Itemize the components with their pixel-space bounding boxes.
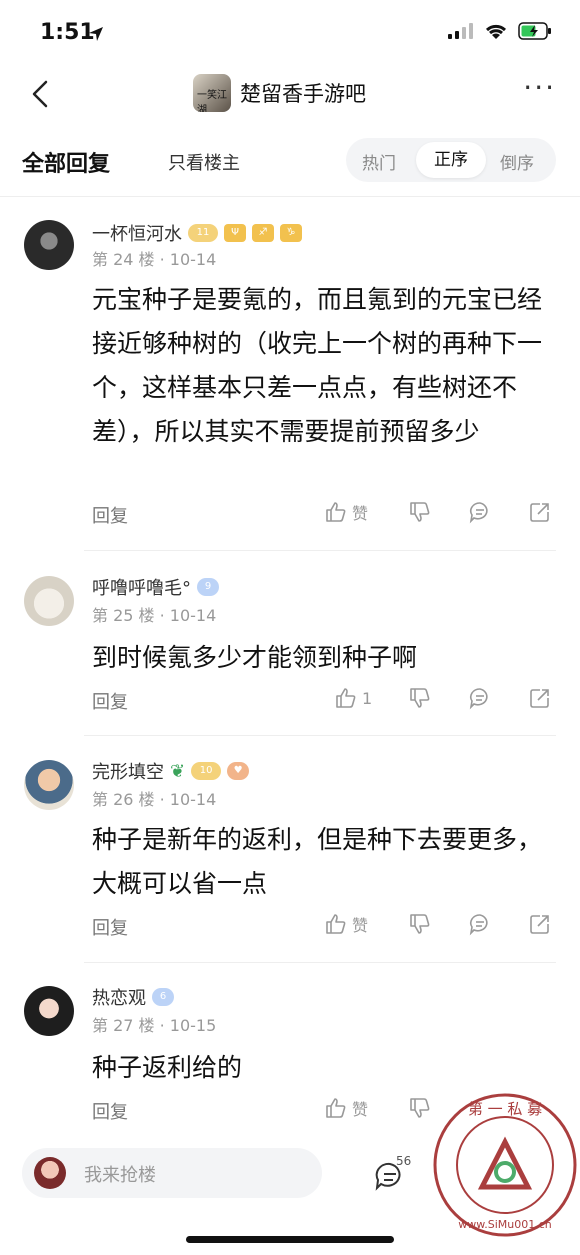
floor-date: 第 25 楼 · 10-14 — [92, 606, 217, 625]
my-avatar — [34, 1157, 66, 1189]
home-indicator — [186, 1236, 394, 1243]
floor-date: 第 24 楼 · 10-14 — [92, 250, 217, 269]
thumbs-up-icon — [326, 502, 346, 522]
username[interactable]: 呼噜呼噜毛° — [92, 574, 191, 600]
battery-charging-icon — [518, 22, 551, 40]
divider — [84, 735, 556, 736]
tab-op-only[interactable]: 只看楼主 — [168, 149, 240, 175]
reply-content: 种子是新年的返利，但是种下去要更多，大概可以省一点 — [92, 825, 543, 898]
like-button[interactable]: 1 — [334, 686, 372, 710]
share-icon[interactable] — [528, 912, 552, 936]
avatar[interactable] — [24, 220, 74, 270]
watermark-seal-icon: 第 一 私 募 www.SiMu001.cn — [433, 1093, 577, 1237]
like-count: 赞 — [352, 504, 369, 523]
share-icon[interactable] — [528, 500, 552, 524]
sort-hot[interactable]: 热门 — [362, 149, 396, 174]
forum-avatar-text: 一笑江湖 — [197, 90, 227, 112]
reply-filter-tabs: 全部回复 只看楼主 热门 正序 倒序 — [0, 132, 580, 190]
tab-all-replies[interactable]: 全部回复 — [22, 146, 110, 178]
reply-content: 元宝种子是要氪的，而且氪到的元宝已经接近够种树的（收完上一个树的再种下一个，这样… — [92, 285, 543, 446]
username[interactable]: 完形填空 — [92, 758, 164, 784]
divider — [84, 962, 556, 963]
like-count: 赞 — [352, 916, 369, 935]
reply-button[interactable]: 回复 — [92, 502, 128, 528]
forum-avatar[interactable]: 一笑江湖 — [193, 74, 231, 112]
thumbs-down-icon[interactable] — [408, 1096, 432, 1120]
thumbs-up-icon — [326, 914, 346, 934]
comment-count: 56 — [396, 1154, 412, 1168]
floor-date: 第 26 楼 · 10-14 — [92, 790, 217, 809]
reply-input[interactable]: 我来抢楼 — [22, 1148, 322, 1198]
forum-title[interactable]: 楚留香手游吧 — [240, 78, 366, 108]
reply-actions: 回复 1 — [92, 686, 558, 716]
comment-icon[interactable] — [468, 686, 492, 710]
sort-desc[interactable]: 倒序 — [500, 149, 534, 174]
user-info: 热恋观 6 — [92, 984, 174, 1010]
cellular-signal-icon — [448, 23, 473, 39]
reply-content: 到时候氪多少才能领到种子啊 — [92, 643, 418, 672]
more-options-icon[interactable]: ··· — [523, 74, 556, 102]
honor-badge-icon: Ψ — [224, 224, 246, 242]
back-arrow-icon[interactable] — [24, 76, 60, 112]
comment-icon[interactable] — [468, 500, 492, 524]
like-count: 赞 — [352, 1100, 369, 1119]
reply-actions: 回复 赞 — [92, 500, 558, 530]
like-button[interactable]: 赞 — [324, 912, 368, 936]
svg-text:www.SiMu001.cn: www.SiMu001.cn — [458, 1218, 552, 1231]
reply-button[interactable]: 回复 — [92, 914, 128, 940]
avatar[interactable] — [24, 576, 74, 626]
share-icon[interactable] — [528, 686, 552, 710]
thumbs-down-icon[interactable] — [408, 912, 432, 936]
username[interactable]: 一杯恒河水 — [92, 220, 182, 246]
fan-badge-icon: ♥ — [227, 762, 250, 780]
comment-icon[interactable] — [468, 912, 492, 936]
location-arrow-icon — [89, 27, 103, 41]
divider — [84, 550, 556, 551]
username[interactable]: 热恋观 — [92, 984, 146, 1010]
nav-bar: 一笑江湖 楚留香手游吧 ··· — [0, 68, 580, 120]
sort-asc[interactable]: 正序 — [416, 142, 486, 178]
leaf-icon: ❦ — [170, 760, 186, 782]
like-button[interactable]: 赞 — [324, 1096, 368, 1120]
level-badge: 10 — [191, 762, 222, 780]
wifi-icon — [485, 24, 507, 39]
thumbs-down-icon[interactable] — [408, 500, 432, 524]
status-indicators — [448, 22, 552, 40]
status-bar: 1:51 — [0, 0, 580, 68]
avatar[interactable] — [24, 986, 74, 1036]
svg-text:第 一 私 募: 第 一 私 募 — [468, 1100, 542, 1118]
sort-toggle: 热门 正序 倒序 — [346, 138, 556, 182]
divider — [0, 196, 580, 197]
user-info: 一杯恒河水 11 Ψ ♐ ♑ — [92, 220, 302, 246]
floor-date: 第 27 楼 · 10-15 — [92, 1016, 217, 1035]
reply-button[interactable]: 回复 — [92, 688, 128, 714]
status-time: 1:51 — [40, 20, 95, 45]
reply-content: 种子返利给的 — [92, 1053, 243, 1082]
honor-badge-icon: ♑ — [280, 224, 302, 242]
level-badge: 11 — [188, 224, 218, 242]
reply-actions: 回复 赞 — [92, 912, 558, 942]
user-info: 呼噜呼噜毛° 9 — [92, 574, 219, 600]
level-badge: 9 — [197, 578, 219, 596]
thumbs-down-icon[interactable] — [408, 686, 432, 710]
thumbs-up-icon — [336, 688, 356, 708]
reply-button[interactable]: 回复 — [92, 1098, 128, 1124]
avatar[interactable] — [24, 760, 74, 810]
like-button[interactable]: 赞 — [324, 500, 368, 524]
level-badge: 6 — [152, 988, 174, 1006]
reply-input-placeholder: 我来抢楼 — [84, 1165, 156, 1186]
thumbs-up-icon — [326, 1098, 346, 1118]
like-count: 1 — [362, 688, 373, 708]
honor-badge-icon: ♐ — [252, 224, 274, 242]
user-info: 完形填空 ❦ 10 ♥ — [92, 758, 250, 784]
